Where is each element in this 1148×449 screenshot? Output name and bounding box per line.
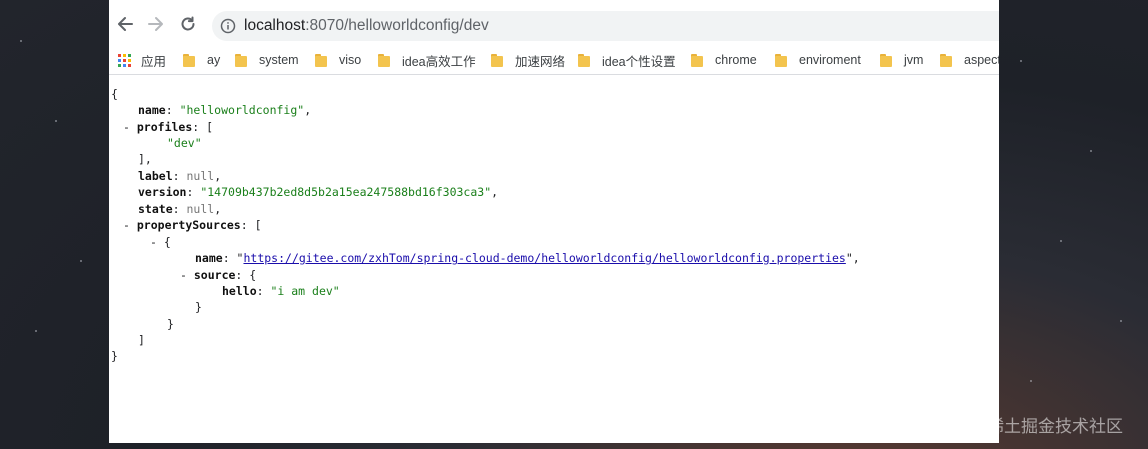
folder-icon xyxy=(775,53,787,67)
bookmark-label: idea高效工作 xyxy=(402,54,476,69)
json-line: { xyxy=(111,86,118,102)
bookmarks-bar: 应用 ay system viso idea高效工作 加速网络 idea个性设置 xyxy=(109,44,999,75)
json-key: name xyxy=(195,251,223,265)
bookmark-folder[interactable]: ay xyxy=(183,51,220,69)
json-line: "dev" xyxy=(167,135,202,151)
json-line: - { xyxy=(150,235,171,249)
collapse-toggle[interactable]: - xyxy=(180,268,187,282)
collapse-toggle[interactable]: - xyxy=(150,235,157,249)
folder-icon xyxy=(880,53,892,67)
folder-icon xyxy=(691,53,703,67)
collapse-toggle[interactable]: - xyxy=(123,120,130,134)
browser-toolbar: localhost:8070/helloworldconfig/dev xyxy=(109,0,999,42)
json-line: - propertySources: [ xyxy=(123,218,262,232)
bookmark-folder[interactable]: viso xyxy=(315,51,361,69)
bookmark-label: viso xyxy=(339,53,362,67)
bookmark-label: 加速网络 xyxy=(515,54,566,69)
json-key: version xyxy=(138,185,187,199)
json-line: name: "https://gitee.com/zxhTom/spring-c… xyxy=(195,251,860,265)
folder-icon xyxy=(315,53,327,67)
json-string: "dev" xyxy=(167,136,202,150)
bookmark-label: ay xyxy=(207,53,221,67)
forward-arrow-icon[interactable] xyxy=(145,13,167,35)
browser-window: localhost:8070/helloworldconfig/dev 应用 a… xyxy=(109,0,999,443)
bookmark-folder[interactable]: idea个性设置 xyxy=(578,51,676,69)
folder-icon xyxy=(183,53,195,67)
bookmark-folder[interactable]: system xyxy=(235,51,299,69)
bookmark-label: jvm xyxy=(904,53,924,67)
url-host: localhost xyxy=(244,17,306,34)
apps-grid-icon xyxy=(118,53,131,67)
watermark: @稀土掘金技术社区 xyxy=(970,417,1123,437)
bookmark-label: aspect xyxy=(964,53,999,67)
json-string: "14709b437b2ed8d5b2a15ea247588bd16f303ca… xyxy=(200,185,492,199)
json-line: label: null, xyxy=(138,169,222,183)
json-key: propertySources xyxy=(136,218,241,232)
json-line: version: "14709b437b2ed8d5b2a15ea247588b… xyxy=(138,185,499,199)
json-line: ], xyxy=(138,152,152,166)
json-line: - source: { xyxy=(180,268,257,282)
bookmark-folder[interactable]: aspect xyxy=(940,51,999,69)
json-key: state xyxy=(138,202,173,216)
json-key: hello xyxy=(222,284,257,298)
json-line: hello: "i am dev" xyxy=(222,284,340,298)
json-line: - profiles: [ xyxy=(123,120,214,134)
close-brace: } xyxy=(111,349,118,363)
bookmark-folder[interactable]: chrome xyxy=(691,51,757,69)
folder-icon xyxy=(940,53,952,67)
bookmark-label: 应用 xyxy=(141,54,167,69)
json-key: name xyxy=(138,103,166,117)
url-path: :8070/helloworldconfig/dev xyxy=(305,17,489,34)
bookmark-folder[interactable]: 加速网络 xyxy=(491,51,565,69)
json-key: source xyxy=(193,268,236,282)
json-line: name: "helloworldconfig", xyxy=(138,103,312,117)
collapse-toggle[interactable]: - xyxy=(123,218,130,232)
bookmark-label: system xyxy=(259,53,299,67)
json-null: null xyxy=(186,169,215,183)
json-line: } xyxy=(111,348,118,364)
json-key: label xyxy=(138,169,173,183)
json-line: } xyxy=(167,317,174,331)
folder-icon xyxy=(378,53,390,67)
properties-link[interactable]: https://gitee.com/zxhTom/spring-cloud-de… xyxy=(243,251,845,265)
json-null: null xyxy=(186,202,215,216)
folder-icon xyxy=(578,53,590,67)
bookmark-apps[interactable]: 应用 xyxy=(118,51,166,69)
bookmark-label: chrome xyxy=(715,53,757,67)
folder-icon xyxy=(491,53,503,67)
back-arrow-icon[interactable] xyxy=(114,13,136,35)
json-line: state: null, xyxy=(138,202,222,216)
json-string: "helloworldconfig" xyxy=(179,103,305,117)
bookmark-folder[interactable]: enviroment xyxy=(775,51,861,69)
open-brace: { xyxy=(111,87,118,101)
json-key: profiles xyxy=(136,120,193,134)
url-text[interactable]: localhost:8070/helloworldconfig/dev xyxy=(244,17,489,35)
folder-icon xyxy=(235,53,247,67)
bookmark-folder[interactable]: jvm xyxy=(880,51,923,69)
info-icon[interactable] xyxy=(220,18,236,34)
json-line: } xyxy=(195,300,202,314)
bookmark-label: idea个性设置 xyxy=(602,54,676,69)
reload-icon[interactable] xyxy=(177,13,199,35)
address-bar[interactable]: localhost:8070/helloworldconfig/dev xyxy=(212,11,999,41)
json-line: ] xyxy=(138,333,145,347)
bookmark-folder[interactable]: idea高效工作 xyxy=(378,51,476,69)
json-string: "i am dev" xyxy=(270,284,340,298)
bookmark-label: enviroment xyxy=(799,53,861,67)
